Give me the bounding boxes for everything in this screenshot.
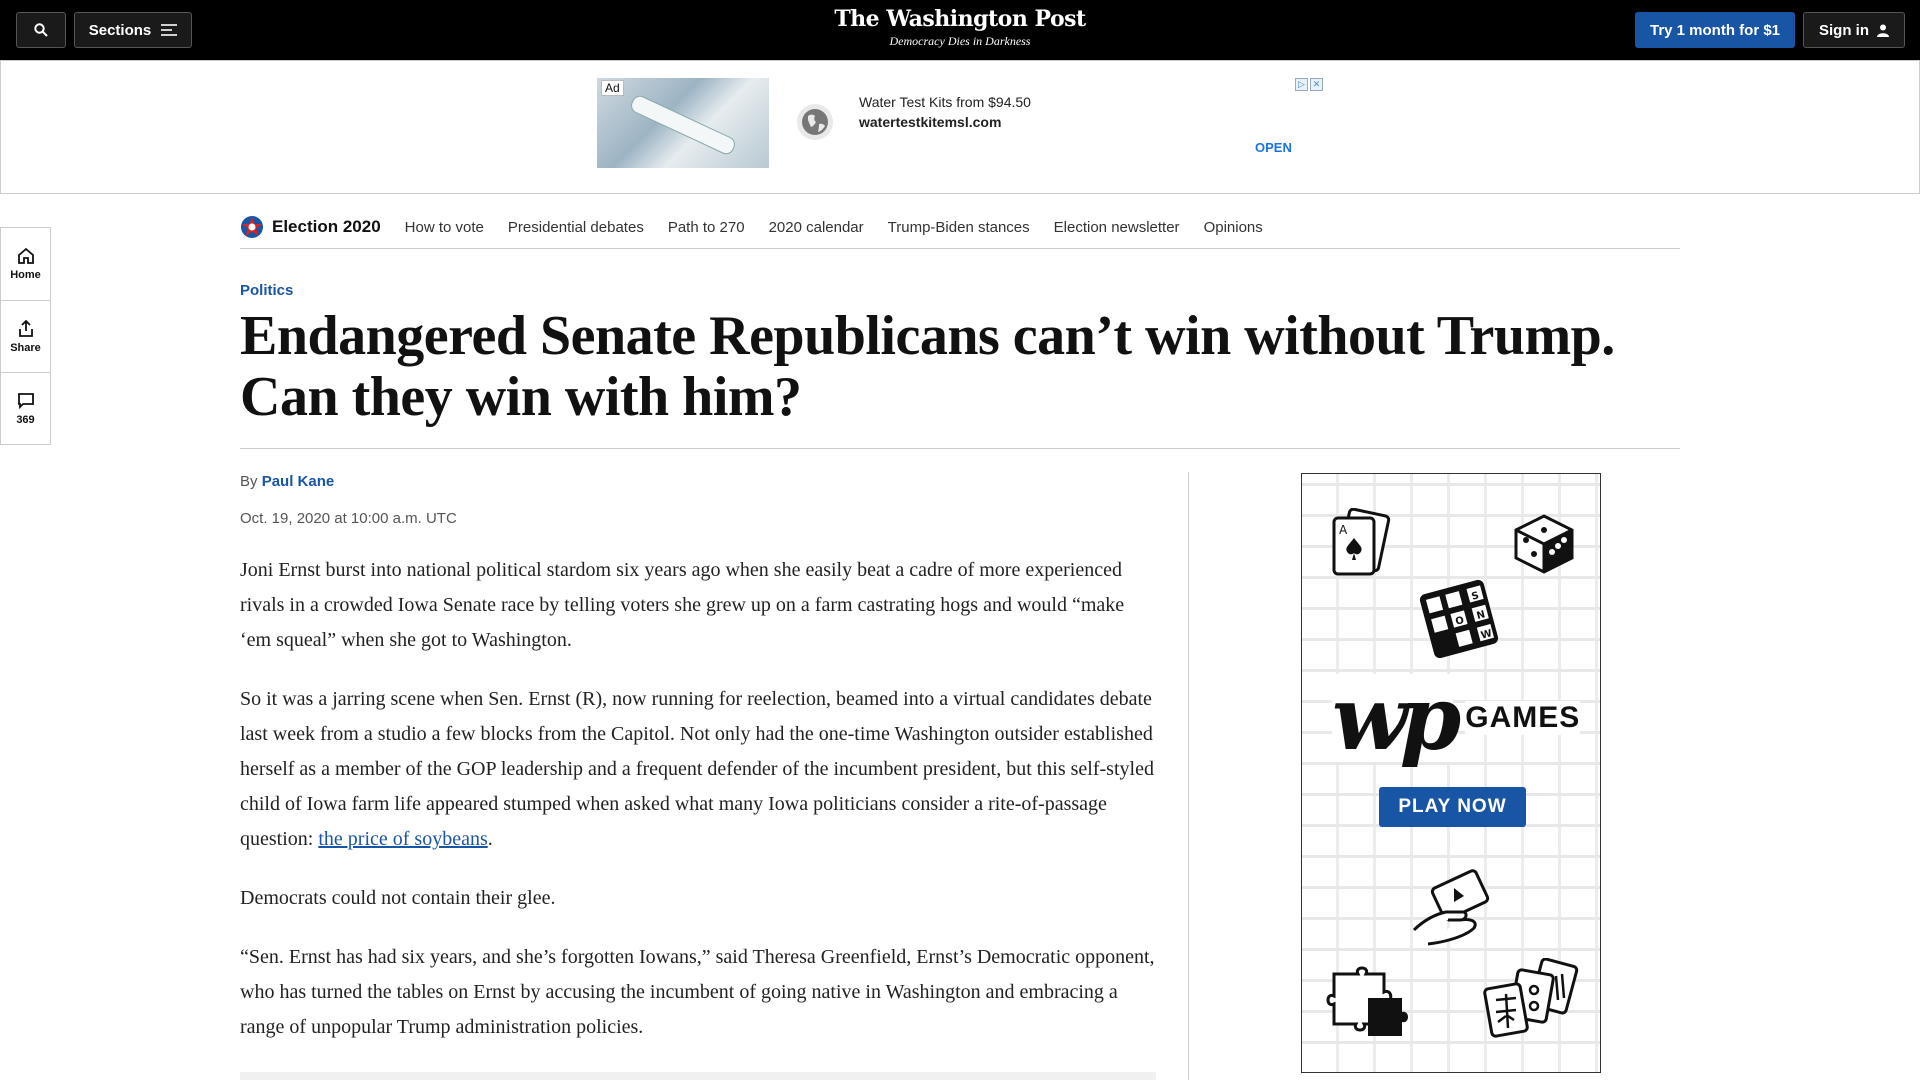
nav-link-2020-calendar[interactable]: 2020 calendar	[769, 219, 864, 236]
rail-share-label: Share	[10, 341, 41, 354]
soybeans-link[interactable]: the price of soybeans	[318, 828, 487, 850]
nav-link-path-to-270[interactable]: Path to 270	[668, 219, 745, 236]
headline-divider	[240, 448, 1680, 449]
nav-link-presidential-debates[interactable]: Presidential debates	[508, 219, 644, 236]
rail-home-label: Home	[10, 269, 41, 281]
ad-headline[interactable]: Water Test Kits from $94.50	[859, 94, 1031, 110]
nav-link-election-newsletter[interactable]: Election newsletter	[1054, 219, 1180, 236]
sign-in-button[interactable]: Sign in	[1803, 12, 1905, 48]
rail-share-button[interactable]: Share	[1, 300, 50, 372]
rail-home-button[interactable]: Home	[1, 228, 50, 300]
column-divider	[1188, 472, 1189, 1080]
article-paragraph: Democrats could not contain their glee.	[240, 887, 556, 909]
election-subnav: Election 2020 How to vote Presidential d…	[240, 206, 1680, 249]
mahjong-tiles-icon	[1483, 958, 1579, 1038]
article-headline: Endangered Senate Republicans can’t win …	[240, 305, 1615, 428]
ad-domain[interactable]: watertestkitemsl.com	[859, 114, 1001, 130]
ad-image[interactable]: Ad	[597, 78, 769, 168]
article-paragraph: “Sen. Ernst has had six years, and she’s…	[240, 946, 1155, 1038]
article-paragraph: Joni Ernst burst into national political…	[240, 559, 1125, 651]
nav-link-trump-biden-stances[interactable]: Trump-Biden stances	[888, 219, 1030, 236]
home-icon	[17, 247, 34, 264]
paragraph-text: So it was a jarring scene when Sen. Erns…	[240, 688, 1154, 850]
article-paragraph: So it was a jarring scene when Sen. Erns…	[240, 682, 1160, 857]
ad-badge: Ad	[601, 80, 624, 96]
playing-card-icon: A	[1332, 508, 1391, 576]
inline-module-placeholder	[240, 1072, 1156, 1080]
close-icon[interactable]: ✕	[1310, 78, 1323, 91]
logo-tagline: Democracy Dies in Darkness	[889, 34, 1031, 48]
crossword-icon: S O N W	[1419, 579, 1499, 659]
user-icon	[1877, 24, 1889, 37]
logo-name: The Washington Post	[834, 6, 1086, 32]
paragraph-text-end: .	[487, 828, 493, 850]
adchoices-icon[interactable]: ▷	[1295, 78, 1308, 91]
globe-icon	[797, 104, 833, 140]
left-share-rail: Home Share 369	[0, 227, 51, 445]
washington-post-logo[interactable]: The Washington Post Democracy Dies in Da…	[0, 6, 1920, 49]
byline: By Paul Kane	[240, 473, 334, 490]
puzzle-piece-icon	[1326, 966, 1408, 1036]
sign-in-label: Sign in	[1819, 21, 1869, 39]
election-brand-label: Election 2020	[272, 217, 381, 236]
wp-mark: wp	[1332, 666, 1461, 770]
water-test-ad[interactable]: Ad Water Test Kits from $94.50 watertest…	[597, 78, 1325, 168]
hand-card-icon	[1412, 869, 1490, 946]
dice-icon	[1514, 514, 1574, 574]
play-now-button[interactable]: PLAY NOW	[1379, 787, 1526, 827]
section-kicker[interactable]: Politics	[240, 282, 293, 299]
comment-icon	[17, 392, 34, 409]
subscribe-label: Try 1 month for $1	[1649, 21, 1781, 39]
top-navigation-bar: Sections The Washington Post Democracy D…	[0, 0, 1920, 60]
publish-date: Oct. 19, 2020 at 10:00 a.m. UTC	[240, 510, 457, 527]
wp-games-ad[interactable]: A S O N W wp GAMES PLAY NOW	[1301, 473, 1601, 1073]
games-word: GAMES	[1465, 701, 1581, 735]
election-star-icon	[241, 216, 263, 238]
article-body: Joni Ernst burst into national political…	[240, 553, 1160, 1069]
rail-comments-button[interactable]: 369	[1, 372, 50, 444]
ad-open-button[interactable]: OPEN	[1255, 140, 1292, 155]
subscribe-button[interactable]: Try 1 month for $1	[1635, 12, 1795, 48]
top-ad-band: Ad Water Test Kits from $94.50 watertest…	[0, 60, 1920, 194]
author-link[interactable]: Paul Kane	[262, 473, 335, 490]
ad-choices[interactable]: ▷ ✕	[1295, 78, 1323, 91]
wp-games-logo: wp GAMES	[1332, 666, 1581, 770]
share-icon	[18, 319, 33, 337]
rail-comments-count: 369	[16, 413, 35, 426]
card-rank: A	[1339, 523, 1348, 537]
nav-link-how-to-vote[interactable]: How to vote	[405, 219, 484, 236]
nav-link-opinions[interactable]: Opinions	[1204, 219, 1263, 236]
byline-prefix: By	[240, 473, 258, 490]
election-2020-brand[interactable]: Election 2020	[240, 215, 381, 239]
